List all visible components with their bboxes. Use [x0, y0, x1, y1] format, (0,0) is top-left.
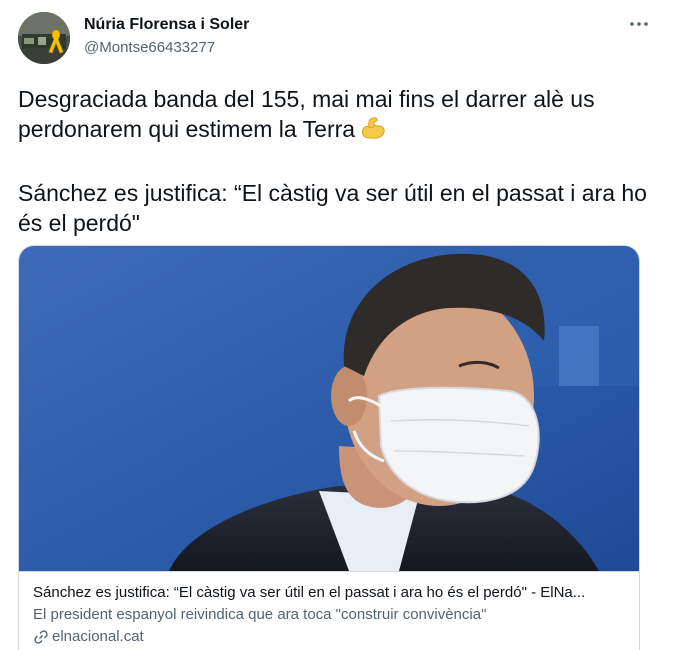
tweet: Núria Florensa i Soler @Montse66433277 D…: [0, 0, 681, 650]
card-description: El president espanyol reivindica que ara…: [33, 606, 487, 623]
card-meta: Sánchez es justifica: “El càstig va ser …: [19, 572, 639, 647]
tweet-paragraph-1-text: Desgraciada banda del 155, mai mai fins …: [18, 86, 595, 142]
avatar-image: [18, 12, 70, 64]
flexed-biceps-emoji-icon: [359, 115, 387, 148]
author-name[interactable]: Núria Florensa i Soler: [84, 16, 249, 34]
link-icon: [34, 630, 48, 644]
card-image: [19, 246, 639, 572]
link-card[interactable]: Sánchez es justifica: “El càstig va ser …: [18, 245, 640, 650]
card-domain[interactable]: elnacional.cat: [33, 627, 625, 647]
card-title[interactable]: Sánchez es justifica: “El càstig va ser …: [33, 583, 625, 603]
tweet-paragraph-1: Desgraciada banda del 155, mai mai fins …: [18, 84, 658, 148]
more-icon: [630, 22, 648, 26]
avatar[interactable]: [18, 12, 70, 64]
tweet-text: Desgraciada banda del 155, mai mai fins …: [18, 84, 658, 238]
card-domain-text: elnacional.cat: [52, 628, 144, 645]
author-handle[interactable]: @Montse66433277: [84, 39, 215, 56]
tweet-paragraph-2: Sánchez es justifica: “El càstig va ser …: [18, 180, 647, 236]
more-button[interactable]: [627, 14, 651, 34]
